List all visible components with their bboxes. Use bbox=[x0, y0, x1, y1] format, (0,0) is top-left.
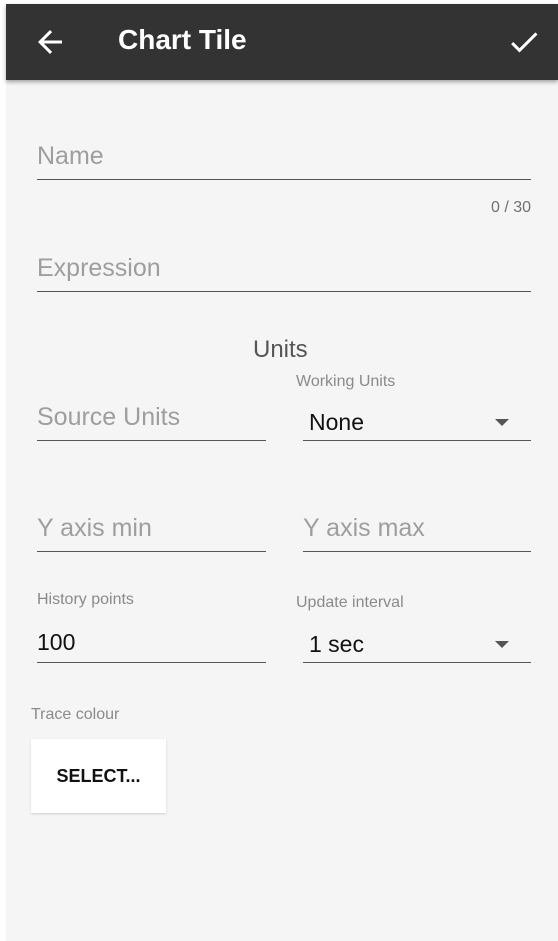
y-axis-min-underline bbox=[37, 551, 266, 552]
history-points-input[interactable]: 100 bbox=[37, 624, 266, 663]
app-bar: Chart Tile bbox=[6, 4, 558, 80]
history-points-label: History points bbox=[37, 591, 134, 608]
dropdown-arrow-icon bbox=[495, 641, 509, 648]
working-units-dropdown[interactable]: None bbox=[303, 404, 531, 441]
update-interval-dropdown[interactable]: 1 sec bbox=[303, 626, 531, 663]
expression-underline bbox=[37, 291, 531, 292]
app-title: Chart Tile bbox=[118, 24, 247, 55]
update-interval-selected: 1 sec bbox=[309, 631, 364, 657]
expression-placeholder: Expression bbox=[37, 254, 161, 282]
trace-colour-label: Trace colour bbox=[31, 706, 120, 723]
history-points-value: 100 bbox=[37, 629, 76, 655]
y-axis-max-field[interactable]: Y axis max bbox=[303, 509, 531, 552]
name-placeholder: Name bbox=[37, 142, 104, 170]
y-axis-min-placeholder: Y axis min bbox=[37, 514, 152, 542]
working-units-underline bbox=[303, 440, 531, 441]
dropdown-arrow-icon bbox=[495, 419, 509, 426]
working-units-selected: None bbox=[309, 409, 364, 435]
arrow-back-icon[interactable] bbox=[32, 24, 68, 60]
name-field[interactable]: Name bbox=[37, 136, 531, 180]
expression-field[interactable]: Expression bbox=[37, 250, 531, 292]
update-interval-label: Update interval bbox=[296, 594, 404, 611]
select-colour-button[interactable]: SELECT... bbox=[31, 739, 166, 813]
source-units-placeholder: Source Units bbox=[37, 403, 181, 431]
y-axis-min-field[interactable]: Y axis min bbox=[37, 509, 266, 552]
y-axis-max-placeholder: Y axis max bbox=[303, 514, 425, 542]
units-heading: Units bbox=[253, 336, 308, 363]
working-units-label: Working Units bbox=[296, 373, 396, 390]
name-underline bbox=[37, 179, 531, 180]
name-char-counter: 0 / 30 bbox=[490, 199, 531, 216]
source-units-field[interactable]: Source Units bbox=[37, 398, 266, 441]
check-icon[interactable] bbox=[506, 24, 542, 60]
chart-tile-screen: Chart Tile Name 0 / 30 Expression Units … bbox=[6, 4, 558, 941]
y-axis-max-underline bbox=[303, 551, 531, 552]
source-units-underline bbox=[37, 440, 266, 441]
update-interval-underline bbox=[303, 662, 531, 663]
history-points-underline bbox=[37, 662, 266, 663]
